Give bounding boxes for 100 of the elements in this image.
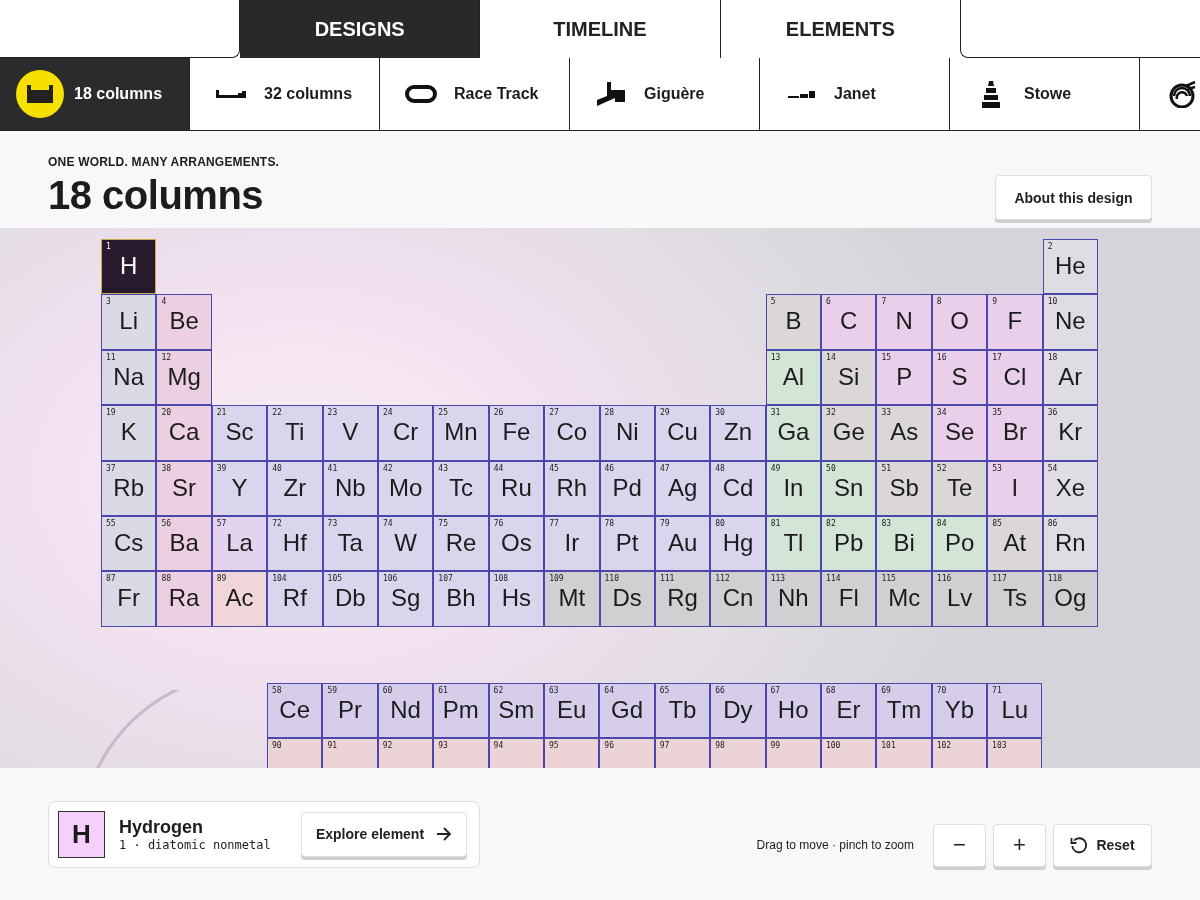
- element-tile[interactable]: 98: [710, 738, 766, 768]
- element-tile[interactable]: 27 Co: [544, 405, 600, 461]
- element-tile[interactable]: 32 Ge: [821, 405, 877, 461]
- element-tile[interactable]: 118 Og: [1042, 571, 1099, 627]
- element-tile[interactable]: 3 Li: [101, 294, 157, 350]
- element-tile[interactable]: 13 Al: [765, 349, 822, 406]
- element-tile[interactable]: 83 Bi: [876, 515, 932, 572]
- element-tile[interactable]: 100: [820, 738, 877, 768]
- element-tile[interactable]: 91: [322, 738, 378, 768]
- element-tile[interactable]: 40 Zr: [267, 460, 323, 516]
- element-tile[interactable]: 116 Lv: [931, 571, 988, 627]
- element-tile[interactable]: 15 P: [876, 349, 932, 406]
- element-tile[interactable]: 68 Er: [820, 682, 877, 739]
- element-tile[interactable]: 108 Hs: [488, 571, 545, 627]
- element-tile[interactable]: 35 Br: [987, 405, 1043, 461]
- element-tile[interactable]: 52 Te: [931, 460, 988, 516]
- element-tile[interactable]: 104 Rf: [267, 571, 323, 627]
- element-tile[interactable]: 47 Ag: [654, 460, 711, 516]
- element-tile[interactable]: 63 Eu: [543, 682, 600, 739]
- element-tile[interactable]: 66 Dy: [710, 682, 766, 739]
- about-button[interactable]: About this design: [995, 175, 1152, 220]
- element-tile[interactable]: 95: [543, 738, 600, 768]
- zoom-in-button[interactable]: +: [993, 823, 1046, 867]
- element-tile[interactable]: 92: [377, 738, 434, 768]
- zoom-out-button[interactable]: −: [933, 823, 986, 867]
- element-tile[interactable]: 22 Ti: [267, 405, 323, 461]
- element-tile[interactable]: 12 Mg: [156, 349, 212, 406]
- element-tile[interactable]: 82 Pb: [821, 515, 877, 572]
- element-tile[interactable]: 107 Bh: [433, 571, 489, 627]
- element-tile[interactable]: 71 Lu: [987, 682, 1043, 739]
- element-tile[interactable]: 48 Cd: [710, 460, 766, 516]
- element-tile[interactable]: 109 Mt: [544, 571, 600, 627]
- element-tile[interactable]: 1 H: [101, 239, 157, 295]
- element-tile[interactable]: 14 Si: [821, 349, 877, 406]
- element-tile[interactable]: 18 Ar: [1042, 349, 1099, 406]
- element-tile[interactable]: 46 Pd: [599, 460, 655, 516]
- element-tile[interactable]: 11 Na: [101, 349, 157, 406]
- element-tile[interactable]: 103: [987, 738, 1043, 768]
- element-tile[interactable]: 69 Tm: [876, 682, 932, 739]
- element-tile[interactable]: 45 Rh: [544, 460, 600, 516]
- element-tile[interactable]: 49 In: [765, 460, 822, 516]
- element-tile[interactable]: 21 Sc: [211, 405, 268, 461]
- element-tile[interactable]: 89 Ac: [211, 571, 268, 627]
- element-tile[interactable]: 110 Ds: [599, 571, 655, 627]
- element-tile[interactable]: 86 Rn: [1042, 515, 1099, 572]
- element-tile[interactable]: 105 Db: [322, 571, 378, 627]
- element-tile[interactable]: 115 Mc: [876, 571, 932, 627]
- element-tile[interactable]: 67 Ho: [765, 682, 821, 739]
- element-tile[interactable]: 58 Ce: [267, 682, 323, 739]
- element-tile[interactable]: 38 Sr: [156, 460, 212, 516]
- element-tile[interactable]: 19 K: [101, 405, 157, 461]
- element-tile[interactable]: 34 Se: [931, 405, 988, 461]
- element-tile[interactable]: 51 Sb: [876, 460, 932, 516]
- element-tile[interactable]: 36 Kr: [1042, 405, 1099, 461]
- element-tile[interactable]: 17 Cl: [987, 349, 1043, 406]
- element-tile[interactable]: 9 F: [987, 294, 1043, 350]
- element-tile[interactable]: 44 Ru: [488, 460, 545, 516]
- element-tile[interactable]: 97: [654, 738, 711, 768]
- element-tile[interactable]: 78 Pt: [599, 515, 655, 572]
- element-tile[interactable]: 96: [599, 738, 655, 768]
- element-tile[interactable]: 73 Ta: [322, 515, 378, 572]
- element-tile[interactable]: 77 Ir: [544, 515, 600, 572]
- element-tile[interactable]: 113 Nh: [765, 571, 822, 627]
- nav-tab[interactable]: DESIGNS: [240, 0, 481, 58]
- element-tile[interactable]: 2 He: [1042, 239, 1099, 295]
- element-tile[interactable]: 106 Sg: [377, 571, 434, 627]
- element-tile[interactable]: 56 Ba: [156, 515, 212, 572]
- element-tile[interactable]: 33 As: [876, 405, 932, 461]
- element-tile[interactable]: 26 Fe: [488, 405, 545, 461]
- element-tile[interactable]: 72 Hf: [267, 515, 323, 572]
- element-tile[interactable]: 25 Mn: [433, 405, 489, 461]
- element-tile[interactable]: 111 Rg: [654, 571, 711, 627]
- element-tile[interactable]: 62 Sm: [488, 682, 544, 739]
- element-tile[interactable]: 55 Cs: [101, 515, 157, 572]
- element-tile[interactable]: 41 Nb: [322, 460, 378, 516]
- element-tile[interactable]: 31 Ga: [765, 405, 822, 461]
- element-tile[interactable]: 16 S: [931, 349, 988, 406]
- element-tile[interactable]: 61 Pm: [433, 682, 489, 739]
- element-tile[interactable]: 81 Tl: [765, 515, 822, 572]
- element-tile[interactable]: 70 Yb: [931, 682, 988, 739]
- element-tile[interactable]: 99: [765, 738, 821, 768]
- element-tile[interactable]: 88 Ra: [156, 571, 212, 627]
- element-tile[interactable]: 94: [488, 738, 544, 768]
- element-tile[interactable]: 87 Fr: [101, 571, 157, 627]
- element-tile[interactable]: 54 Xe: [1042, 460, 1099, 516]
- element-tile[interactable]: 6 C: [821, 294, 877, 350]
- element-tile[interactable]: 29 Cu: [654, 405, 711, 461]
- element-tile[interactable]: 85 At: [987, 515, 1043, 572]
- element-tile[interactable]: 43 Tc: [433, 460, 489, 516]
- element-tile[interactable]: 50 Sn: [821, 460, 877, 516]
- element-tile[interactable]: 7 N: [876, 294, 932, 350]
- element-tile[interactable]: 5 B: [765, 294, 822, 350]
- element-tile[interactable]: 74 W: [377, 515, 434, 572]
- element-tile[interactable]: 90: [267, 738, 323, 768]
- element-tile[interactable]: 117 Ts: [987, 571, 1043, 627]
- element-tile[interactable]: 112 Cn: [710, 571, 766, 627]
- element-tile[interactable]: 60 Nd: [377, 682, 434, 739]
- element-tile[interactable]: 57 La: [211, 515, 268, 572]
- element-tile[interactable]: 65 Tb: [654, 682, 711, 739]
- element-tile[interactable]: 75 Re: [433, 515, 489, 572]
